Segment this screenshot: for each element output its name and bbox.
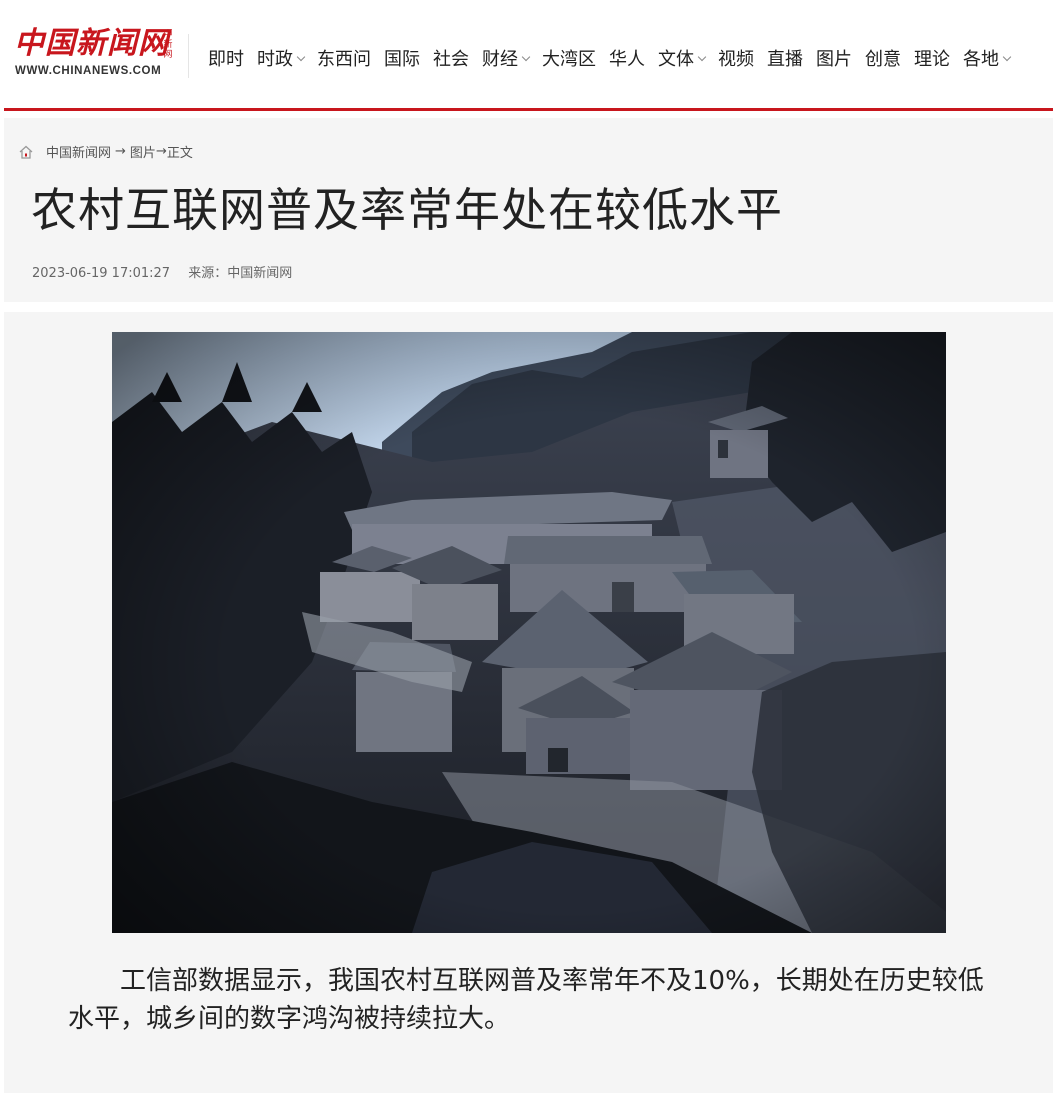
header-red-rule (4, 108, 1053, 111)
nav-item-label: 社会 (433, 49, 469, 70)
page-title: 农村互联网普及率常年处在较低水平 (31, 183, 783, 237)
nav-item-13[interactable]: 理论 (914, 45, 950, 71)
nav-item-label: 大湾区 (542, 49, 596, 70)
breadcrumb: 中国新闻网 → 图片 → 正文 (18, 142, 193, 161)
nav-item-4[interactable]: 社会 (433, 45, 469, 71)
article-content: 工信部数据显示，我国农村互联网普及率常年不及10%，长期处在历史较低水平，城乡间… (4, 312, 1053, 1093)
nav-item-2[interactable]: 东西问 (317, 45, 371, 71)
nav-item-6[interactable]: 大湾区 (542, 45, 596, 71)
breadcrumb-separator: → (115, 144, 126, 159)
nav-item-0[interactable]: 即时 (208, 45, 244, 71)
village-photo-image (112, 332, 946, 933)
nav-item-label: 财经 (482, 49, 518, 70)
nav-item-7[interactable]: 华人 (609, 45, 645, 71)
nav-item-label: 图片 (816, 49, 852, 70)
home-icon[interactable] (18, 144, 34, 160)
main-nav: 即时 时政 东西问 国际 社会 财经 大湾区 华人 文体 视频 直播 图片 创意 理论 各地 (208, 44, 1023, 72)
breadcrumb-item-current: 正文 (166, 146, 193, 161)
nav-item-1[interactable]: 时政 (257, 45, 306, 71)
logo-english-text: WWW.CHINANEWS.COM (15, 65, 162, 77)
breadcrumb-item-photos[interactable]: 图片 (130, 142, 156, 161)
nav-item-label: 即时 (208, 49, 244, 70)
nav-item-label: 时政 (257, 49, 293, 70)
nav-item-label: 各地 (963, 49, 999, 70)
logo-chinese-text: 中国新闻网 (14, 26, 169, 61)
nav-item-label: 东西问 (317, 49, 371, 70)
nav-item-9[interactable]: 视频 (718, 45, 754, 71)
breadcrumb-separator: → (155, 144, 167, 159)
nav-item-label: 视频 (718, 49, 754, 70)
nav-item-12[interactable]: 创意 (865, 45, 901, 71)
article-header: 中国新闻网 → 图片 → 正文 农村互联网普及率常年处在较低水平 2023-06… (4, 118, 1053, 302)
nav-item-label: 创意 (865, 49, 901, 70)
logo-side-text: 中新网 (163, 30, 173, 60)
site-header: 中国新闻网 中新网 WWW.CHINANEWS.COM 即时 时政 东西问 国际 社会财… (0, 0, 1053, 108)
chevron-down-icon (521, 52, 531, 61)
nav-item-label: 文体 (658, 49, 694, 70)
nav-item-label: 直播 (767, 49, 803, 70)
article-photo[interactable] (112, 332, 946, 933)
nav-item-label: 理论 (914, 49, 950, 70)
nav-item-8[interactable]: 文体 (658, 45, 707, 71)
article-meta: 2023-06-19 17:01:27 来源：中国新闻网 (32, 262, 306, 281)
publish-datetime: 2023-06-19 17:01:27 (32, 266, 171, 281)
site-logo[interactable]: 中国新闻网 中新网 WWW.CHINANEWS.COM (14, 26, 176, 82)
chevron-down-icon (296, 52, 306, 61)
nav-item-10[interactable]: 直播 (767, 45, 803, 71)
breadcrumb-item-home[interactable]: 中国新闻网 (46, 142, 111, 161)
logo-divider (188, 34, 189, 78)
nav-item-5[interactable]: 财经 (482, 45, 531, 71)
nav-item-label: 国际 (384, 49, 420, 70)
article-source: 来源：中国新闻网 (188, 266, 293, 281)
nav-item-14[interactable]: 各地 (963, 45, 1012, 71)
article-body: 工信部数据显示，我国农村互联网普及率常年不及10%，长期处在历史较低水平，城乡间… (68, 966, 984, 1034)
chevron-down-icon (697, 52, 707, 61)
nav-item-label: 华人 (609, 49, 645, 70)
chevron-down-icon (1002, 52, 1012, 61)
nav-item-11[interactable]: 图片 (816, 45, 852, 71)
nav-item-3[interactable]: 国际 (384, 45, 420, 71)
